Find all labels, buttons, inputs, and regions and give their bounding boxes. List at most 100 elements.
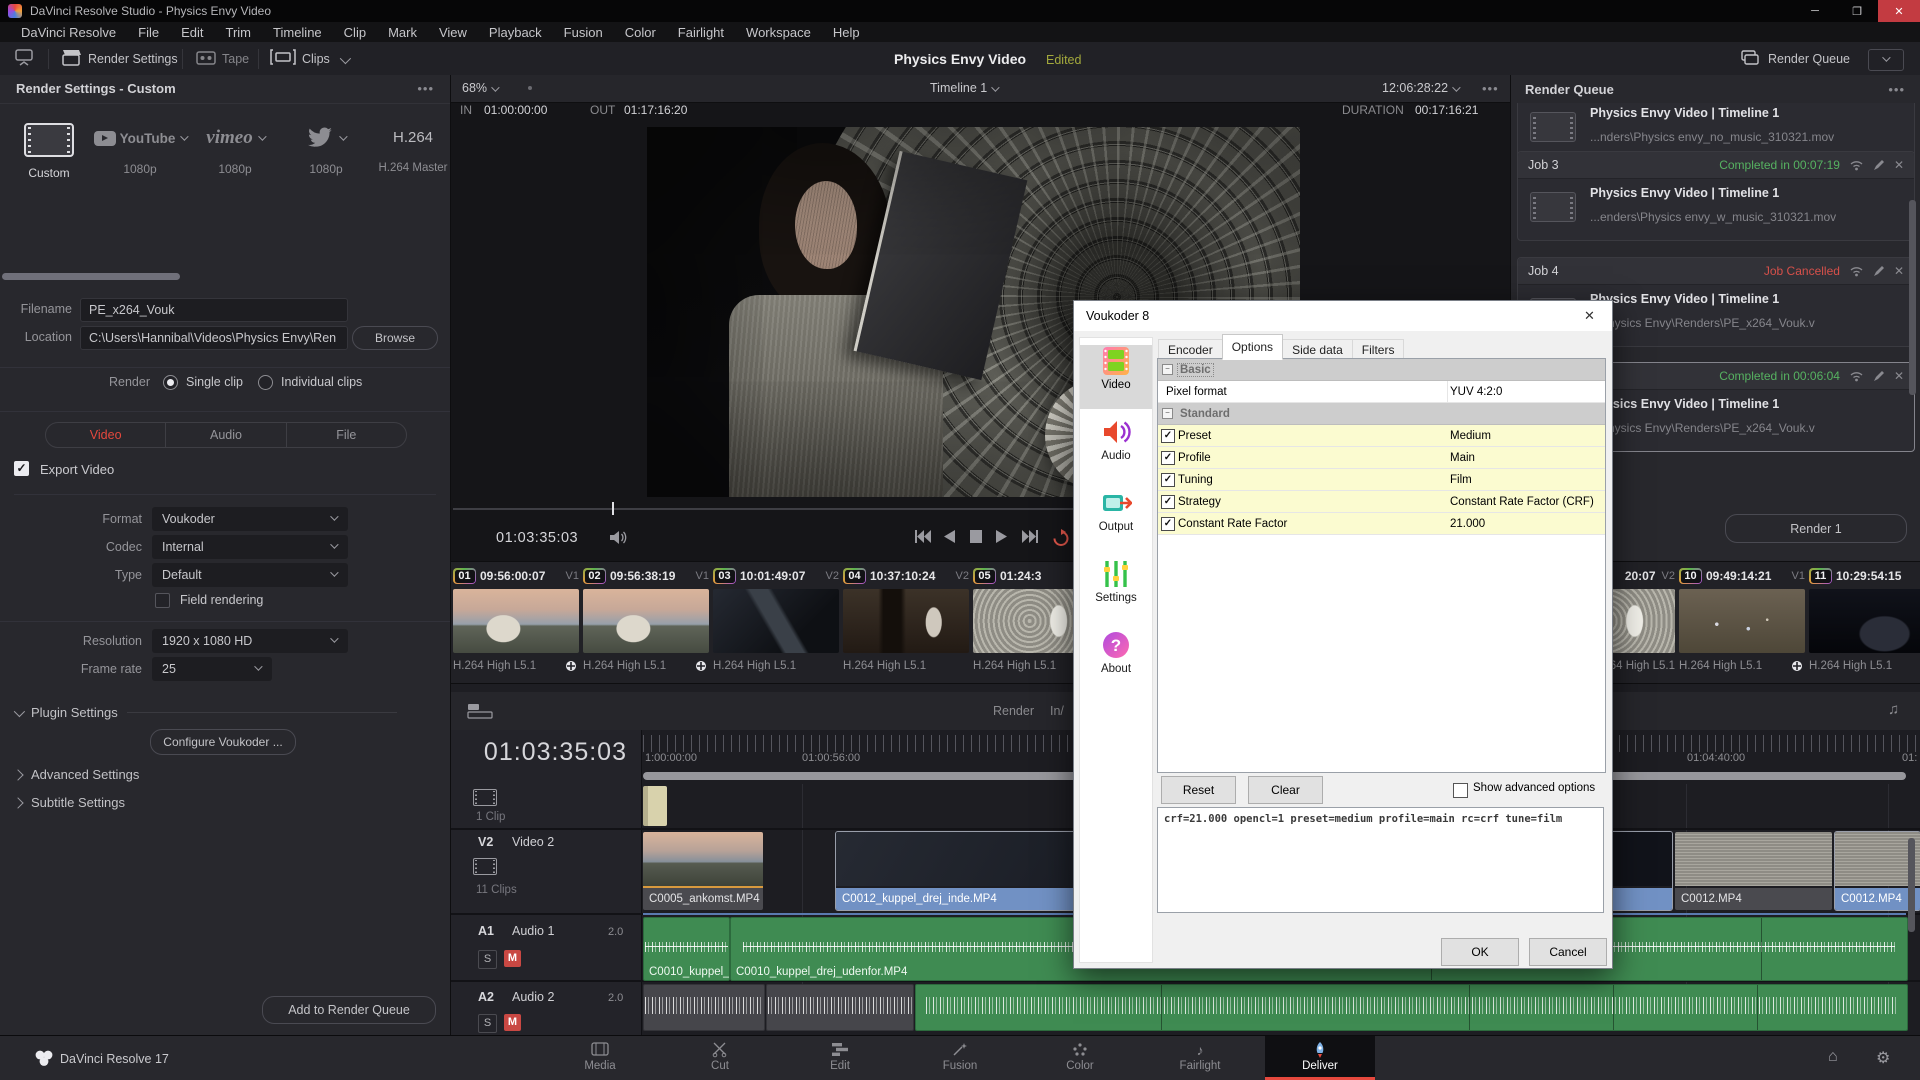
track-a1-mute-button[interactable]: M <box>504 950 521 967</box>
tab-audio[interactable]: Audio <box>166 423 286 447</box>
option-row-pixel-format[interactable]: Pixel format YUV 4:2:0 <box>1158 381 1605 403</box>
mute-icon[interactable] <box>608 529 628 546</box>
tape-tab[interactable]: Tape <box>222 52 249 66</box>
group-basic[interactable]: −Basic <box>1158 359 1605 381</box>
home-icon[interactable]: ⌂ <box>1828 1048 1838 1066</box>
menu-workspace[interactable]: Workspace <box>735 25 822 40</box>
add-to-render-queue-button[interactable]: Add to Render Queue <box>262 996 436 1024</box>
sidebar-item-settings[interactable]: Settings <box>1080 558 1152 622</box>
clip-thumbnail[interactable] <box>1679 589 1805 653</box>
skip-forward-icon[interactable] <box>1021 529 1040 544</box>
page-fairlight[interactable]: ♪ Fairlight <box>1145 1036 1255 1080</box>
clip-thumbnail[interactable] <box>713 589 839 653</box>
timeline-view-icon[interactable] <box>467 703 493 719</box>
page-color[interactable]: Color <box>1025 1036 1135 1080</box>
presets-scrollbar[interactable] <box>2 273 180 280</box>
edit-job-icon[interactable] <box>1873 370 1885 382</box>
clip-thumbnail[interactable] <box>843 589 969 653</box>
menu-file[interactable]: File <box>127 25 170 40</box>
menu-timeline[interactable]: Tim‌eline <box>262 25 333 40</box>
menu-edit[interactable]: Edit <box>170 25 214 40</box>
timeline-clip[interactable] <box>643 786 667 826</box>
remote-render-icon[interactable] <box>1849 370 1864 382</box>
remote-render-icon[interactable] <box>1849 159 1864 171</box>
menu-fairlight[interactable]: Fairlight <box>667 25 735 40</box>
sidebar-item-about[interactable]: ? About <box>1080 629 1152 693</box>
audio-clip-c0010-1[interactable]: C0010_kuppel_d... <box>643 917 730 981</box>
chevron-down-icon[interactable] <box>339 132 347 140</box>
page-fusion[interactable]: Fusion <box>905 1036 1015 1080</box>
timeline-clip-c0005[interactable]: C0005_ankomst.MP4 <box>643 832 763 910</box>
render-range-label[interactable]: In/ <box>1050 704 1064 718</box>
subtitle-settings-section[interactable]: Subtitle Settings <box>14 795 125 810</box>
loop-icon[interactable] <box>1051 529 1071 547</box>
option-row-strategy[interactable]: ✓Strategy Constant Rate Factor (CRF) <box>1158 491 1605 513</box>
close-button[interactable]: ✕ <box>1878 0 1920 22</box>
reset-button[interactable]: Reset <box>1161 776 1236 804</box>
track-v2-name[interactable]: Video 2 <box>512 835 554 849</box>
tab-options[interactable]: Options <box>1222 334 1283 360</box>
play-reverse-icon[interactable] <box>943 529 956 544</box>
menu-playback[interactable]: Playback <box>478 25 553 40</box>
edit-job-icon[interactable] <box>1873 265 1885 277</box>
preset-twitter[interactable]: 1080p <box>288 123 364 176</box>
tab-side-data[interactable]: Side data <box>1282 339 1353 360</box>
render-job-3[interactable]: Job 3 Completed in 00:07:19 ✕ Physics En… <box>1517 151 1915 241</box>
tab-filters[interactable]: Filters <box>1352 339 1405 360</box>
delete-job-icon[interactable]: ✕ <box>1894 369 1904 383</box>
delete-job-icon[interactable]: ✕ <box>1894 158 1904 172</box>
viewer-zoom-dropdown[interactable]: 68% <box>462 81 497 95</box>
resolution-dropdown[interactable]: 1920 x 1080 HD <box>152 629 348 653</box>
track-a1-solo-button[interactable]: S <box>478 950 497 969</box>
dialog-close-button[interactable]: ✕ <box>1567 301 1612 331</box>
stop-icon[interactable] <box>969 529 982 544</box>
show-advanced-checkbox[interactable] <box>1453 783 1468 798</box>
clip-item-03[interactable]: 0310:01:49:07V2 H.264 High L5.1 <box>713 566 839 679</box>
chevron-down-icon[interactable] <box>181 132 189 140</box>
codec-dropdown[interactable]: Internal <box>152 535 348 559</box>
track-a2-mute-button[interactable]: M <box>504 1014 521 1031</box>
panel-menu-icon[interactable]: ••• <box>417 81 434 96</box>
clip-item-01[interactable]: 0109:56:00:07V1 H.264 High L5.1 <box>453 566 579 679</box>
preset-vimeo[interactable]: vimeo 1080p <box>192 123 278 176</box>
sidebar-item-output[interactable]: Output <box>1080 487 1152 551</box>
clip-thumbnail[interactable] <box>453 589 579 653</box>
menu-help[interactable]: Help <box>822 25 871 40</box>
clip-thumbnail[interactable] <box>1809 589 1920 653</box>
chevron-down-icon[interactable] <box>258 132 266 140</box>
render-mode-label[interactable]: Render <box>993 704 1034 718</box>
tab-encoder[interactable]: Encoder <box>1158 339 1223 360</box>
group-standard[interactable]: −Standard <box>1158 403 1605 425</box>
remote-render-icon[interactable] <box>1849 265 1864 277</box>
timeline-vertical-scrollbar[interactable] <box>1908 838 1915 932</box>
gear-icon[interactable]: ⚙ <box>1876 1048 1890 1068</box>
track-a1-id[interactable]: A1 <box>478 924 494 938</box>
skip-back-icon[interactable] <box>913 529 932 544</box>
track-a2-id[interactable]: A2 <box>478 990 494 1004</box>
configure-voukoder-button[interactable]: Configure Voukoder ... <box>150 729 296 755</box>
page-media[interactable]: Media <box>545 1036 655 1080</box>
audio-clip[interactable] <box>915 984 1908 1031</box>
menu-clip[interactable]: Clip <box>333 25 377 40</box>
single-clip-radio[interactable] <box>163 375 178 390</box>
page-deliver[interactable]: Deliver <box>1265 1036 1375 1080</box>
page-cut[interactable]: Cut <box>665 1036 775 1080</box>
play-icon[interactable] <box>995 529 1008 544</box>
preset-h264[interactable]: H.264 H.264 Master <box>376 123 450 174</box>
clips-tab[interactable]: Clips <box>302 52 330 66</box>
clip-thumbnail[interactable] <box>583 589 709 653</box>
viewer-timecode-dropdown[interactable]: 12:06:28:22 <box>1382 81 1458 95</box>
timeline-selector[interactable]: Timeline 1 <box>930 81 997 95</box>
delete-job-icon[interactable]: ✕ <box>1894 264 1904 278</box>
audio-clip[interactable] <box>766 984 914 1031</box>
viewer-playhead[interactable] <box>612 502 614 515</box>
menu-trim[interactable]: Trim <box>215 25 263 40</box>
individual-clips-radio[interactable] <box>258 375 273 390</box>
clip-item-10[interactable]: 1009:49:14:21V1 H.264 High L5.1 <box>1679 566 1805 679</box>
render-queue-toggle[interactable]: Render Queue <box>1768 52 1850 66</box>
export-video-checkbox[interactable]: ✓ <box>14 461 29 476</box>
filename-input[interactable]: PE_x264_Vouk <box>80 298 348 322</box>
audio-clip[interactable] <box>643 984 765 1031</box>
viewer-menu-icon[interactable]: ••• <box>1482 81 1499 96</box>
menu-davinci-resolve[interactable]: DaVinci Resolve <box>10 25 127 40</box>
